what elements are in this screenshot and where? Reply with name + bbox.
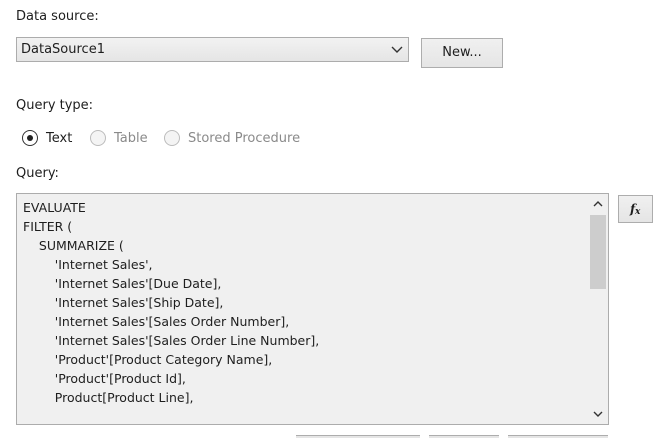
new-datasource-button[interactable]: New... — [421, 38, 503, 68]
radio-stored-procedure-label: Stored Procedure — [188, 131, 301, 146]
chevron-up-icon[interactable] — [588, 194, 608, 214]
radio-selected-dot — [27, 135, 33, 141]
chevron-down-icon[interactable] — [389, 41, 405, 58]
chevron-down-icon[interactable] — [588, 404, 608, 424]
query-textarea[interactable]: EVALUATE FILTER ( SUMMARIZE ( 'Internet … — [16, 193, 609, 425]
function-fx-icon: f x — [619, 202, 652, 226]
query-text[interactable]: EVALUATE FILTER ( SUMMARIZE ( 'Internet … — [23, 198, 319, 407]
radio-stored-procedure-circle — [164, 130, 180, 146]
query-scrollbar[interactable] — [588, 194, 608, 424]
expression-button[interactable]: f x — [618, 195, 653, 223]
query-label: Query: — [16, 166, 59, 181]
datasource-label: Data source: — [16, 9, 99, 24]
scrollbar-thumb[interactable] — [590, 215, 606, 289]
datasource-selected-value: DataSource1 — [21, 42, 105, 57]
radio-table-label: Table — [114, 131, 148, 146]
radio-text-label[interactable]: Text — [46, 131, 72, 146]
radio-text-circle[interactable] — [22, 130, 38, 146]
datasource-dropdown[interactable]: DataSource1 — [16, 37, 409, 62]
radio-table-circle — [90, 130, 106, 146]
query-type-label: Query type: — [16, 98, 94, 113]
svg-text:x: x — [634, 207, 641, 217]
